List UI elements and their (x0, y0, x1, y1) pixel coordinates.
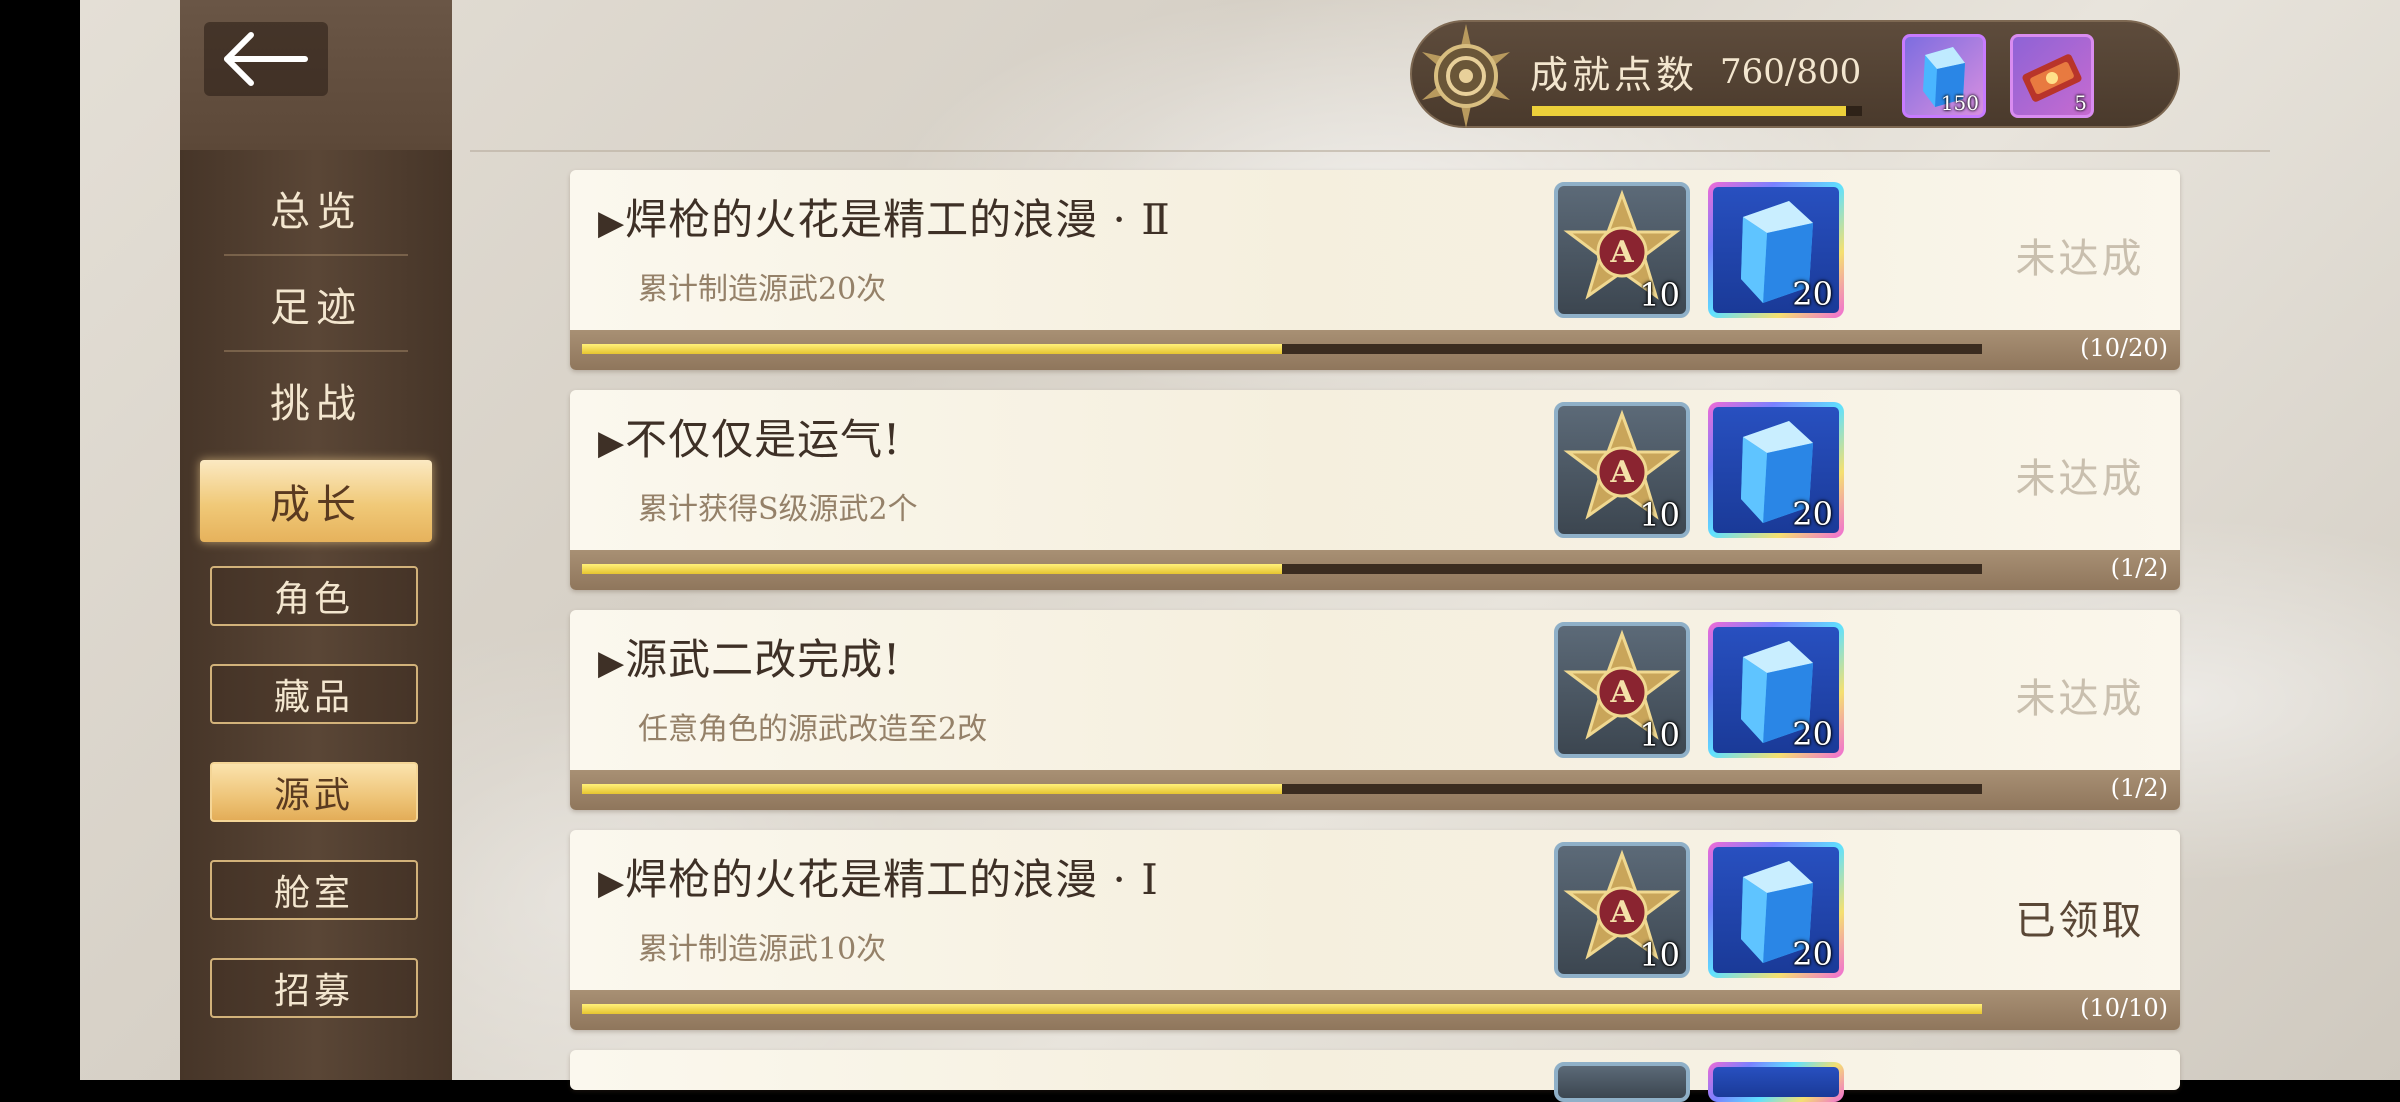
sidebar-header (180, 0, 452, 150)
reward-crystal: 20 (1708, 182, 1844, 318)
progress-track (582, 784, 1982, 794)
progress-track (582, 344, 1982, 354)
achievement-status[interactable]: 已领取 (1960, 888, 2200, 946)
reward-star-medal: A 10 (1554, 402, 1690, 538)
svg-text:A: A (1609, 235, 1634, 270)
achievement-title-text: 源武二改完成! (625, 635, 902, 684)
nav-footprints[interactable]: 足迹 (180, 256, 452, 352)
reward-count: 20 (1792, 275, 1833, 313)
achievement-title-text: 焊枪的火花是精工的浪漫 · Ⅱ (625, 195, 1171, 244)
subnav-cabin[interactable]: 舱室 (210, 860, 418, 920)
header-divider (470, 150, 2270, 152)
reward-star-medal: A 10 (1554, 622, 1690, 758)
achievement-medal-icon (1422, 24, 1510, 128)
progress-text: (1/2) (2110, 554, 2168, 582)
achievement-progress: (1/2) (570, 770, 2180, 810)
header-item-count: 150 (1940, 91, 1979, 115)
progress-fill (582, 1004, 1982, 1014)
reward-star-medal: A 10 (1554, 182, 1690, 318)
achievement-title-text: 不仅仅是运气! (625, 415, 902, 464)
nav-overview[interactable]: 总览 (180, 160, 452, 256)
expand-triangle-icon: ▶ (598, 203, 626, 243)
achievement-card[interactable]: ▶焊枪的火花是精工的浪漫 · Ⅰ 累计制造源武10次 A 10 20 已领取 (10/10) (570, 830, 2180, 1030)
reward-count: 20 (1792, 715, 1833, 753)
achievement-status: 未达成 (2015, 236, 2145, 282)
progress-fill (582, 564, 1282, 574)
svg-text:A: A (1609, 455, 1634, 490)
subnav-collection[interactable]: 藏品 (210, 664, 418, 724)
header-item-ticket[interactable]: 5 (2010, 34, 2094, 118)
achievement-title: ▶焊枪的火花是精工的浪漫 · Ⅰ (598, 846, 1159, 907)
progress-fill (582, 344, 1282, 354)
achievement-points-panel: 成就点数 760/800 150 5 (1410, 20, 2180, 128)
expand-triangle-icon: ▶ (598, 863, 626, 903)
achievement-title: ▶不仅仅是运气! (598, 406, 901, 467)
reward-star-medal (1554, 1062, 1690, 1102)
nav-label: 挑战 (270, 381, 362, 427)
expand-triangle-icon: ▶ (598, 423, 626, 463)
svg-text:A: A (1609, 895, 1634, 930)
subnav-recruit[interactable]: 招募 (210, 958, 418, 1018)
achievement-progress: (10/10) (570, 990, 2180, 1030)
achievement-card[interactable]: ▶焊枪的火花是精工的浪漫 · Ⅱ 累计制造源武20次 A 10 20 未达成 (10/20) (570, 170, 2180, 370)
reward-count: 10 (1639, 276, 1680, 314)
achievement-description: 累计获得S级源武2个 (638, 492, 918, 527)
screen-edge (0, 0, 80, 1080)
reward-count: 20 (1792, 495, 1833, 533)
reward-crystal: 20 (1708, 402, 1844, 538)
subnav-characters[interactable]: 角色 (210, 566, 418, 626)
subnav-label: 招募 (273, 971, 354, 1012)
achievement-status: 未达成 (2015, 676, 2145, 722)
achievement-card[interactable]: ▶不仅仅是运气! 累计获得S级源武2个 A 10 20 未达成 (1/2) (570, 390, 2180, 590)
achievement-progress: (10/20) (570, 330, 2180, 370)
reward-count: 10 (1639, 716, 1680, 754)
nav-label: 成长 (270, 482, 362, 528)
points-progress-fill (1532, 106, 1846, 116)
nav-label: 总览 (270, 189, 362, 235)
achievement-card[interactable]: ▶源武二改完成! 任意角色的源武改造至2改 A 10 20 未达成 (1/2) (570, 610, 2180, 810)
progress-text: (1/2) (2110, 774, 2168, 802)
achievement-status: 未达成 (2015, 456, 2145, 502)
progress-track (582, 564, 1982, 574)
reward-crystal (1708, 1062, 1844, 1102)
subnav-label: 藏品 (273, 677, 354, 718)
progress-fill (582, 784, 1282, 794)
sidebar: 总览 足迹 挑战 成长 角色 藏品 源武 舱室 招募 (180, 0, 452, 1080)
achievement-progress: (1/2) (570, 550, 2180, 590)
achievement-card-partial[interactable] (570, 1050, 2180, 1102)
back-button[interactable] (204, 22, 328, 96)
reward-count: 10 (1639, 496, 1680, 534)
progress-text: (10/20) (2080, 334, 2168, 362)
points-value: 760/800 (1720, 52, 1862, 92)
nav-challenge[interactable]: 挑战 (180, 352, 452, 448)
achievement-title: ▶焊枪的火花是精工的浪漫 · Ⅱ (598, 186, 1171, 247)
reward-star-medal: A 10 (1554, 842, 1690, 978)
subnav-label: 源武 (273, 775, 354, 816)
points-progress-bar (1532, 106, 1862, 116)
nav-growth[interactable]: 成长 (200, 460, 432, 542)
subnav-label: 舱室 (273, 873, 354, 914)
header-item-count: 5 (2074, 91, 2087, 115)
progress-text: (10/10) (2080, 994, 2168, 1022)
reward-crystal: 20 (1708, 622, 1844, 758)
subnav-weapon[interactable]: 源武 (210, 762, 418, 822)
svg-text:A: A (1609, 675, 1634, 710)
arrow-left-icon (224, 32, 308, 86)
header-item-crystal[interactable]: 150 (1902, 34, 1986, 118)
progress-track (582, 1004, 1982, 1014)
reward-count: 20 (1792, 935, 1833, 973)
expand-triangle-icon: ▶ (598, 643, 626, 683)
reward-crystal: 20 (1708, 842, 1844, 978)
achievement-title: ▶源武二改完成! (598, 626, 901, 687)
achievement-description: 任意角色的源武改造至2改 (638, 712, 988, 747)
achievement-description: 累计制造源武10次 (638, 932, 887, 967)
points-label: 成就点数 (1530, 53, 1699, 97)
achievement-description: 累计制造源武20次 (638, 272, 887, 307)
subnav-label: 角色 (273, 579, 354, 620)
reward-count: 10 (1639, 936, 1680, 974)
nav-label: 足迹 (270, 285, 362, 331)
achievement-title-text: 焊枪的火花是精工的浪漫 · Ⅰ (625, 855, 1159, 904)
